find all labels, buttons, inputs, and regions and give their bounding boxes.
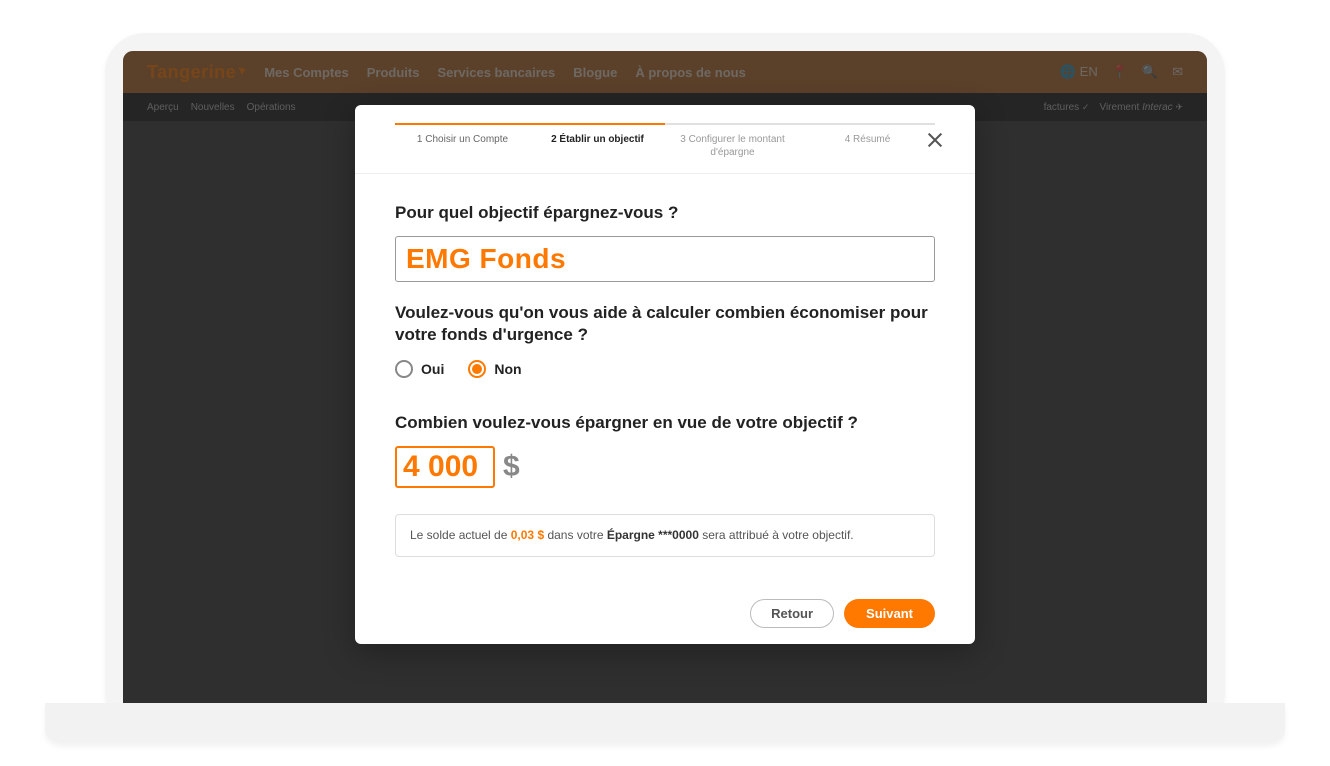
modal-overlay: 1 Choisir un Compte 2 Établir un objecti… [123,51,1207,715]
radio-yes-label: Oui [421,361,444,377]
help-radio-group: Oui Non [395,360,935,378]
radio-no[interactable]: Non [468,360,521,378]
question-goal-label: Pour quel objectif épargnez-vous ? [395,202,935,224]
goal-name-input[interactable] [395,236,935,282]
modal-body: Pour quel objectif épargnez-vous ? Voule… [355,174,975,585]
step-4: 4 Résumé [800,123,935,146]
balance-amount: 0,03 $ [511,528,544,542]
balance-info-box: Le solde actuel de 0,03 $ dans votre Épa… [395,514,935,557]
account-name: Épargne ***0000 [607,528,699,542]
laptop-frame: Tangerine Mes Comptes Produits Services … [105,33,1225,733]
question-amount-label: Combien voulez-vous épargner en vue de v… [395,412,935,434]
radio-circle-icon [395,360,413,378]
back-button[interactable]: Retour [750,599,834,628]
question-help-label: Voulez-vous qu'on vous aide à calculer c… [395,302,935,346]
next-button[interactable]: Suivant [844,599,935,628]
screen: Tangerine Mes Comptes Produits Services … [123,51,1207,715]
close-icon[interactable] [925,131,945,151]
laptop-base [45,703,1285,743]
modal-footer: Retour Suivant [355,585,975,644]
goal-modal: 1 Choisir un Compte 2 Établir un objecti… [355,105,975,644]
radio-yes[interactable]: Oui [395,360,444,378]
step-1: 1 Choisir un Compte [395,123,530,146]
stepper: 1 Choisir un Compte 2 Établir un objecti… [355,105,975,174]
step-2: 2 Établir un objectif [530,123,665,146]
radio-circle-icon [468,360,486,378]
amount-input[interactable] [395,446,495,488]
radio-no-label: Non [494,361,521,377]
step-3: 3 Configurer le montant d'épargne [665,123,800,159]
currency-symbol: $ [503,450,520,484]
